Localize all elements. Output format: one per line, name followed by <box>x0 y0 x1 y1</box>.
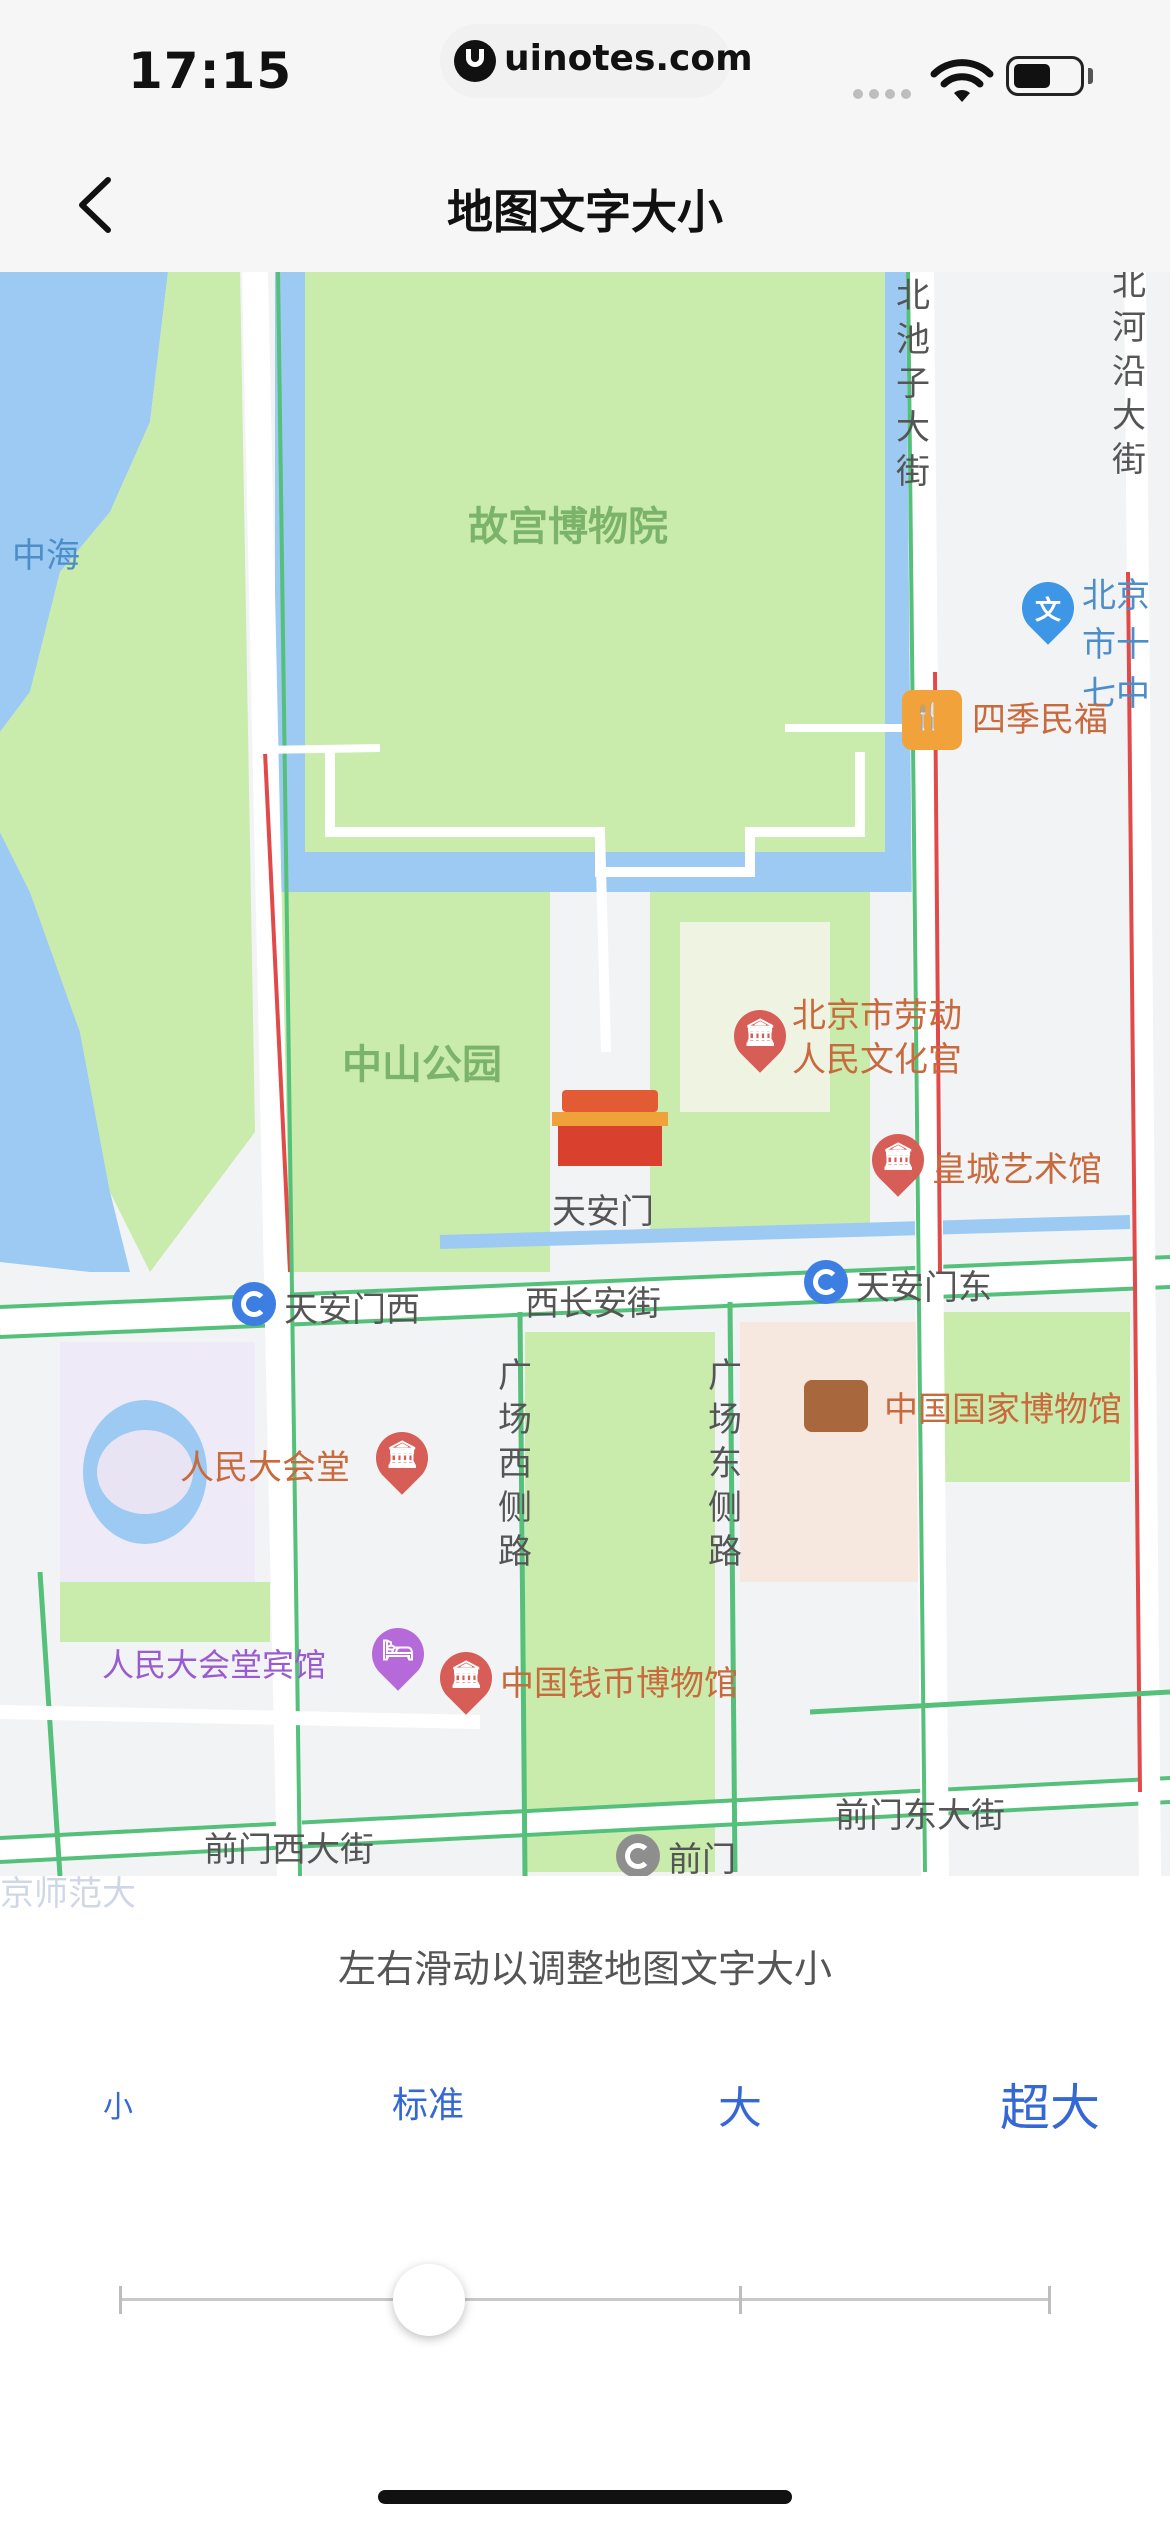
url-pill[interactable]: uinotes.com <box>440 24 753 98</box>
label-palace-museum[interactable]: 故宫博物院 <box>468 494 668 552</box>
metro-qianmen[interactable]: 前门 <box>668 1832 736 1876</box>
road-beichizi: 北池子大街 <box>896 276 930 492</box>
metro-tiananmen-west[interactable]: 天安门西 <box>284 1282 420 1331</box>
road-qianmen-west: 前门西大街 <box>204 1830 374 1870</box>
poi-workers-cultural-palace[interactable]: 北京市劳动人民文化宫 <box>792 994 992 1082</box>
poi-siji-minfu[interactable]: 四季民福 <box>972 692 1108 741</box>
status-time: 17:15 <box>128 42 293 100</box>
metro-icon[interactable] <box>804 1260 848 1304</box>
home-indicator[interactable] <box>378 2490 792 2504</box>
poi-money-museum[interactable]: 中国钱币博物馆 <box>500 1656 738 1705</box>
size-slider-thumb[interactable] <box>393 2264 465 2336</box>
school-icon[interactable]: 文 <box>1011 571 1085 645</box>
map-preview[interactable]: 中海 故宫博物院 中山公园 北池子大街 北河沿大街 西长安街 广场西侧路 广场东… <box>0 272 1170 1876</box>
wifi-icon <box>930 59 994 102</box>
size-slider-track[interactable] <box>120 2298 1050 2301</box>
battery-icon <box>1006 56 1084 96</box>
label-zhonghai: 中海 <box>12 536 80 576</box>
hotel-icon[interactable]: 🛏 <box>361 1617 435 1691</box>
site-logo-icon <box>454 40 496 82</box>
road-xichangan: 西长安街 <box>525 1284 661 1324</box>
slider-tick <box>1048 2286 1051 2314</box>
size-option-standard[interactable]: 标准 <box>368 2076 488 2128</box>
road-guangchang-east: 广场东侧路 <box>708 1356 742 1572</box>
poi-great-hall[interactable]: 人民大会堂 <box>180 1440 350 1489</box>
road-guangchang-west: 广场西侧路 <box>498 1356 532 1572</box>
museum-icon[interactable]: 🏛 <box>861 1123 935 1197</box>
signal-dots-icon <box>853 84 917 103</box>
page-title: 地图文字大小 <box>447 185 723 239</box>
battery-tip <box>1088 68 1093 84</box>
museum-icon[interactable]: 🏛 <box>723 999 797 1073</box>
poi-huangcheng-art[interactable]: 皇城艺术馆 <box>932 1142 1102 1191</box>
road-beiheyan: 北河沿大街 <box>1112 272 1146 480</box>
metro-tiananmen-east[interactable]: 天安门东 <box>856 1260 992 1309</box>
metro-icon[interactable] <box>232 1282 276 1326</box>
restaurant-icon[interactable]: 🍴 <box>902 690 962 750</box>
museum-icon[interactable]: 🏛 <box>365 1421 439 1495</box>
size-option-large[interactable]: 大 <box>690 2072 790 2136</box>
museum-building-icon[interactable] <box>804 1380 868 1432</box>
poi-tiananmen[interactable]: 天安门 <box>552 1184 654 1233</box>
size-option-small[interactable]: 小 <box>88 2082 148 2126</box>
road-qianmen-east: 前门东大街 <box>835 1796 1005 1836</box>
instruction-text: 左右滑动以调整地图文字大小 <box>337 1947 832 1991</box>
slider-tick <box>119 2286 122 2314</box>
font-size-panel: 京师范大 左右滑动以调整地图文字大小 小 标准 大 超大 <box>0 1874 1170 2532</box>
museum-icon[interactable]: 🏛 <box>429 1641 503 1715</box>
slider-tick <box>739 2286 742 2314</box>
label-zhongshan-park[interactable]: 中山公园 <box>342 1032 502 1090</box>
tiananmen-icon[interactable] <box>552 1090 668 1170</box>
nav-bar: 地图文字大小 <box>0 140 1170 272</box>
url-text: uinotes.com <box>504 38 753 79</box>
faded-map-label: 京师范大 <box>0 1874 136 1914</box>
status-bar: 17:15 uinotes.com <box>0 0 1170 140</box>
poi-great-hall-hotel[interactable]: 人民大会堂宾馆 <box>102 1640 326 1686</box>
metro-icon[interactable] <box>616 1834 660 1876</box>
poi-national-museum[interactable]: 中国国家博物馆 <box>884 1382 1122 1431</box>
size-option-extra-large[interactable]: 超大 <box>980 2068 1120 2140</box>
